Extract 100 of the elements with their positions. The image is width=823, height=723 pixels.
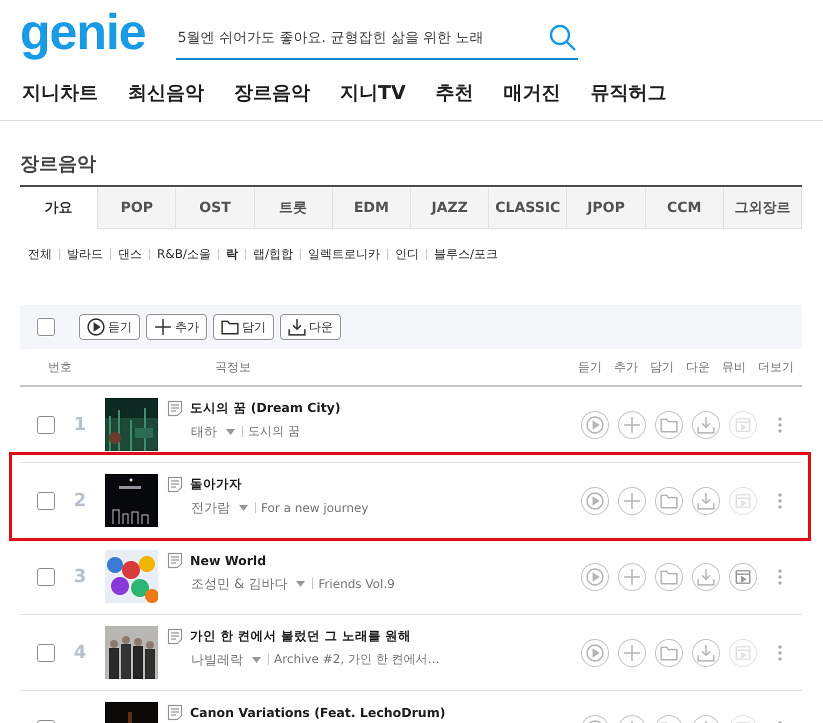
row-action-button[interactable] [692,410,720,438]
more-icon[interactable] [778,492,782,508]
video-button[interactable] [729,562,757,590]
row-action-button[interactable] [581,486,609,514]
video-button[interactable] [729,410,757,438]
column-header: 추가 [614,358,638,376]
song-title[interactable]: 도시의 꿈 (Dream City) [190,400,341,416]
lyrics-icon[interactable] [167,400,183,416]
subgenre-link[interactable]: 락 [226,246,238,262]
nav-link[interactable]: 지니차트 [22,78,98,120]
column-header: 뮤비 [722,358,746,376]
row-checkbox[interactable] [37,644,55,662]
more-icon[interactable] [778,644,782,660]
video-button[interactable] [729,638,757,666]
row-action-button[interactable] [618,638,646,666]
column-header: 더보기 [758,358,794,376]
genre-tab[interactable]: EDM [332,187,412,229]
toolbar-button[interactable]: 추가 [146,314,207,340]
row-action-button[interactable] [692,562,720,590]
row-action-button[interactable] [655,562,683,590]
row-action-button[interactable] [655,486,683,514]
artist-name[interactable]: 태하 [191,422,217,440]
row-action-button[interactable] [618,486,646,514]
subgenre-link[interactable]: R&B/소울 [157,246,211,262]
subgenre-link[interactable]: 랩/힙합 [252,246,294,262]
rank-number: 1 [72,414,88,435]
folder-icon [221,318,239,336]
row-action-button[interactable] [618,410,646,438]
play-icon [586,644,604,662]
caret-icon[interactable] [239,504,248,510]
album-name[interactable]: For a new journey [261,500,368,514]
song-title[interactable]: 돌아가자 [190,476,242,492]
select-all-checkbox[interactable] [37,318,55,336]
album-name[interactable]: Friends Vol.9 [318,576,395,590]
nav-link[interactable]: 매거진 [504,78,561,120]
folder-icon [660,492,678,510]
row-action-button[interactable] [655,638,683,666]
song-title[interactable]: New World [190,552,266,568]
search-input[interactable]: 5월엔 쉬어가도 좋아요. 균형잡힌 삶을 위한 노래 [176,30,548,46]
genre-tab[interactable]: CCM [646,187,724,229]
play-icon [586,416,604,434]
song-title[interactable]: 가인 한 켠에서 불렀던 그 노래를 원해 [190,628,412,644]
genre-tab[interactable]: JAZZ [411,187,490,229]
genre-tab[interactable]: 그외장르 [724,187,802,229]
row-action-button[interactable] [692,638,720,666]
artist-name[interactable]: 나빌레락 [191,650,243,668]
row-action-button[interactable] [581,562,609,590]
genre-tab[interactable]: OST [176,187,255,229]
lyrics-icon[interactable] [167,628,183,644]
lyrics-icon[interactable] [167,552,183,568]
subgenre-link[interactable]: 블루스/포크 [434,246,498,262]
plus-icon [623,568,641,586]
row-checkbox[interactable] [37,568,55,586]
video-icon [734,492,752,510]
more-icon[interactable] [778,416,782,432]
plus-icon [623,416,641,434]
album-name[interactable]: Archive #2, 가인 한 켠에서… [274,651,440,668]
artist-name[interactable]: 조성민 & 김바다 [191,574,288,592]
column-header: 듣기 [578,358,602,376]
video-button[interactable] [729,486,757,514]
subgenre-link[interactable]: 일렉트로니카 [308,246,380,262]
row-action-button[interactable] [692,486,720,514]
caret-icon[interactable] [252,656,261,662]
lyrics-icon[interactable] [167,704,183,720]
subgenre-link[interactable]: 전체 [28,246,52,262]
subgenre-link[interactable]: 인디 [395,246,420,262]
toolbar-button[interactable]: 담기 [213,314,274,340]
genre-tab[interactable]: JPOP [567,187,646,229]
genre-tab[interactable]: 트롯 [254,187,333,229]
genre-tab[interactable]: CLASSIC [489,187,568,229]
search-icon[interactable] [548,23,578,53]
song-title[interactable]: Canon Variations (Feat. LechoDrum) [190,704,446,720]
artist-name[interactable]: 전가람 [191,498,230,516]
toolbar-button[interactable]: 다운 [280,314,341,340]
rank-number: 4 [72,642,88,663]
caret-icon[interactable] [226,428,235,434]
album-name[interactable]: 도시의 꿈 [248,423,300,440]
toolbar-button[interactable]: 듣기 [79,314,140,340]
subgenre-link[interactable]: 발라드 [67,246,103,262]
video-icon [734,416,752,434]
nav-link[interactable]: 장르음악 [234,78,310,120]
subgenre-link[interactable]: 댄스 [118,246,142,262]
row-action-button[interactable] [655,410,683,438]
nav-link[interactable]: 추천 [436,78,474,120]
caret-icon[interactable] [296,580,306,586]
more-icon[interactable] [778,568,782,584]
plus-icon [623,492,641,510]
plus-icon [154,318,172,336]
row-checkbox[interactable] [37,416,55,434]
download-icon [697,644,715,662]
row-action-button[interactable] [618,562,646,590]
row-action-button[interactable] [581,638,609,666]
lyrics-icon[interactable] [167,476,183,492]
row-checkbox[interactable] [37,492,55,510]
nav-link[interactable]: 뮤직허그 [590,78,667,120]
genre-tab[interactable]: POP [98,187,176,229]
search-field[interactable]: 5월엔 쉬어가도 좋아요. 균형잡힌 삶을 위한 노래 [176,18,578,60]
nav-link[interactable]: 지니TV [340,78,406,120]
row-action-button[interactable] [581,410,609,438]
nav-link[interactable]: 최신음악 [128,78,204,120]
